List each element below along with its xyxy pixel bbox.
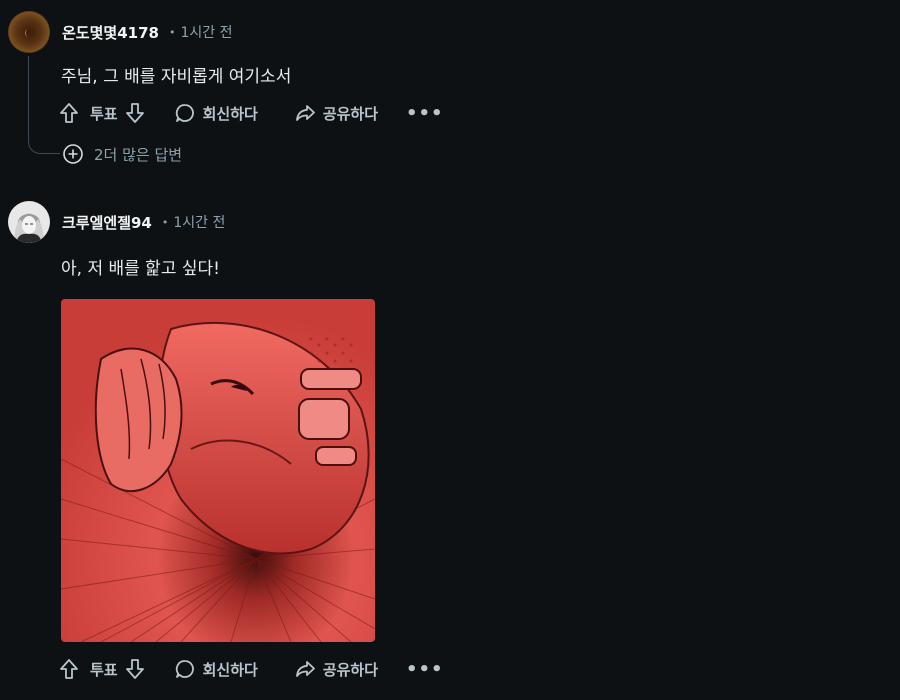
more-options-button[interactable]: ••• — [406, 103, 444, 124]
comment-bubble-icon — [175, 104, 194, 122]
downvote-button[interactable] — [124, 102, 146, 124]
share-icon — [295, 661, 315, 677]
more-options-button[interactable]: ••• — [406, 659, 444, 680]
comment-actions: 투표 회신하다 공유하다 ••• — [58, 653, 444, 685]
comment-header: 크루엘엔젤94 • 1시간 전 — [8, 200, 225, 244]
downvote-button[interactable] — [124, 658, 146, 680]
more-replies-label: 2더 많은 답변 — [94, 145, 183, 164]
separator-dot: • — [161, 215, 169, 229]
comment-image[interactable] — [61, 299, 375, 642]
upvote-button[interactable] — [58, 658, 80, 680]
comment-bubble-icon — [175, 660, 194, 678]
comment-thread: 온도몇몇4178 • 1시간 전 주님, 그 배를 자비롭게 여기소서 투표 회… — [0, 0, 900, 700]
comment-header: 온도몇몇4178 • 1시간 전 — [8, 10, 232, 54]
avatar[interactable] — [8, 11, 50, 53]
avatar[interactable] — [8, 201, 50, 243]
comment-body: 아, 저 배를 핥고 싶다! — [61, 259, 220, 279]
share-icon — [295, 105, 315, 121]
comment-actions: 투표 회신하다 공유하다 ••• — [58, 97, 444, 129]
comment-body: 주님, 그 배를 자비롭게 여기소서 — [61, 67, 292, 87]
reply-label: 회신하다 — [202, 104, 258, 123]
manga-panel-image — [61, 299, 375, 642]
upvote-icon — [60, 103, 78, 123]
downvote-icon — [125, 659, 144, 679]
upvote-icon — [60, 659, 78, 679]
share-button[interactable]: 공유하다 — [294, 658, 378, 680]
thread-line[interactable] — [28, 56, 60, 154]
reply-button[interactable]: 회신하다 — [174, 102, 258, 124]
more-replies-button[interactable]: 2더 많은 답변 — [62, 143, 182, 165]
reply-label: 회신하다 — [202, 660, 258, 679]
vote-label: 투표 — [90, 660, 118, 679]
plus-circle-icon — [63, 144, 83, 164]
share-button[interactable]: 공유하다 — [294, 102, 378, 124]
username[interactable]: 온도몇몇4178 — [62, 22, 159, 43]
share-label: 공유하다 — [322, 104, 379, 123]
downvote-icon — [125, 103, 144, 123]
upvote-button[interactable] — [58, 102, 80, 124]
avatar-image — [8, 201, 50, 243]
timestamp[interactable]: 1시간 전 — [173, 212, 225, 232]
avatar-image — [8, 11, 50, 53]
reply-button[interactable]: 회신하다 — [174, 658, 258, 680]
vote-label: 투표 — [90, 104, 118, 123]
timestamp[interactable]: 1시간 전 — [180, 22, 232, 42]
separator-dot: • — [168, 25, 176, 39]
username[interactable]: 크루엘엔젤94 — [62, 212, 152, 233]
share-label: 공유하다 — [322, 660, 379, 679]
